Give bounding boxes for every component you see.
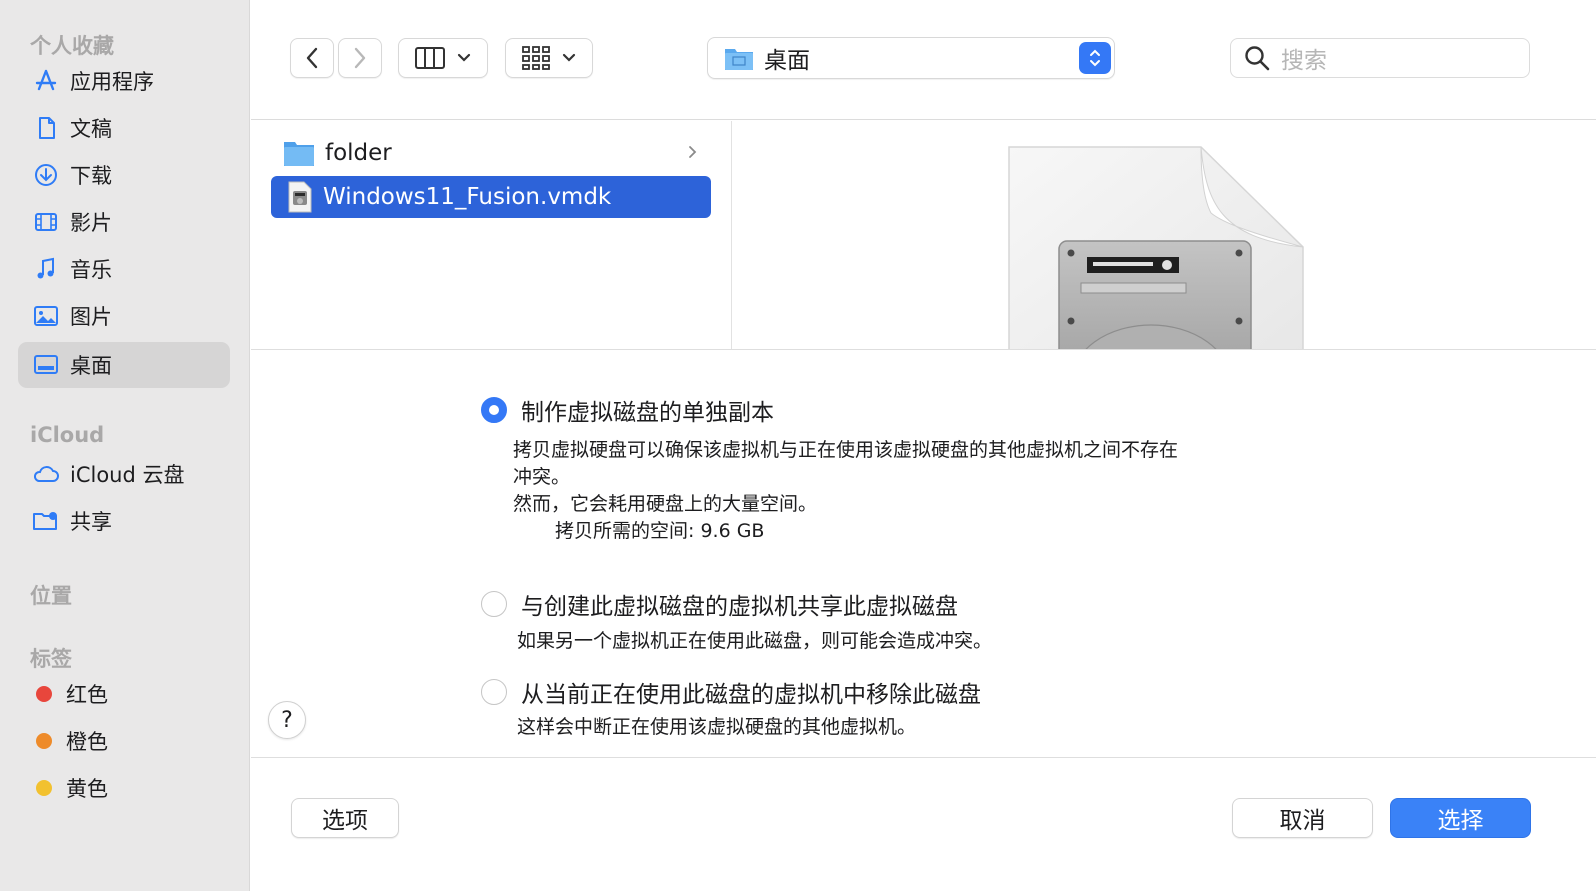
- film-icon: [30, 206, 62, 238]
- option-separate-copy[interactable]: 制作虚拟磁盘的单独副本: [481, 393, 774, 427]
- chevron-down-icon: [457, 53, 471, 62]
- radio-unselected[interactable]: [481, 591, 507, 617]
- radio-unselected[interactable]: [481, 679, 507, 705]
- file-list: folder Windows11_Fusion.vmdk: [251, 121, 732, 350]
- vmdk-preview-icon: [1008, 146, 1304, 350]
- options-button[interactable]: 选项: [291, 798, 399, 838]
- choose-button[interactable]: 选择: [1390, 798, 1531, 838]
- chevron-left-icon: [306, 47, 318, 69]
- folder-icon: [284, 142, 314, 166]
- radio-selected[interactable]: [481, 397, 507, 423]
- grid-icon: [522, 46, 550, 70]
- popup-stepper-icon: [1079, 42, 1111, 74]
- sidebar-item-label: 文稿: [70, 117, 112, 141]
- sidebar-item-tag-red[interactable]: 红色: [18, 671, 230, 717]
- icloud-heading: iCloud: [30, 423, 105, 447]
- browser-divider: [251, 349, 1596, 350]
- sidebar-item-applications[interactable]: 应用程序: [18, 58, 230, 104]
- vmdk-file-icon: [288, 181, 312, 213]
- sidebar-item-documents[interactable]: 文稿: [18, 105, 230, 151]
- cloud-icon: [30, 458, 62, 490]
- footer-divider: [251, 757, 1596, 758]
- help-button[interactable]: ?: [268, 701, 306, 739]
- sidebar-item-icloud-drive[interactable]: iCloud 云盘: [18, 451, 230, 497]
- sidebar-item-label: 影片: [70, 211, 112, 235]
- tags-heading: 标签: [30, 647, 72, 671]
- toolbar: 桌面 搜索: [251, 0, 1596, 120]
- desktop-icon: [30, 349, 62, 381]
- forward-button[interactable]: [338, 38, 382, 78]
- option-description-remove: 这样会中断正在使用该虚拟硬盘的其他虚拟机。: [517, 716, 917, 738]
- chevron-right-icon: [354, 47, 366, 69]
- file-preview: [733, 121, 1596, 350]
- file-name: folder: [325, 140, 392, 166]
- sidebar-item-tag-yellow[interactable]: 黄色: [18, 765, 230, 811]
- photo-icon: [30, 300, 62, 332]
- option-description-share: 如果另一个虚拟机正在使用此磁盘，则可能会造成冲突。: [517, 630, 993, 652]
- sidebar-item-label: 共享: [70, 510, 112, 534]
- search-placeholder: 搜索: [1281, 48, 1327, 74]
- sidebar-item-label: 红色: [66, 683, 108, 707]
- file-name: Windows11_Fusion.vmdk: [323, 184, 612, 210]
- yellow-tag-dot-icon: [36, 780, 52, 796]
- sidebar-item-music[interactable]: 音乐: [18, 246, 230, 292]
- option-label: 制作虚拟磁盘的单独副本: [521, 400, 774, 426]
- sidebar-item-label: 黄色: [66, 777, 108, 801]
- sidebar-item-label: iCloud 云盘: [70, 463, 185, 487]
- view-mode-button[interactable]: [398, 38, 488, 78]
- applications-icon: [30, 65, 62, 97]
- desktop-folder-icon: [725, 49, 753, 70]
- search-icon: [1245, 46, 1270, 71]
- shared-folder-icon: [30, 505, 62, 537]
- sidebar-item-movies[interactable]: 影片: [18, 199, 230, 245]
- locations-heading: 位置: [30, 584, 72, 608]
- sidebar: 个人收藏 应用程序 文稿 下载 影片 音乐 图片 桌面 iCloud iClou…: [0, 0, 250, 891]
- file-row-vmdk[interactable]: Windows11_Fusion.vmdk: [271, 176, 711, 218]
- required-space: 拷贝所需的空间: 9.6 GB: [555, 520, 765, 542]
- description-line: 然而，它会耗用硬盘上的大量空间。: [513, 493, 818, 515]
- sidebar-item-label: 音乐: [70, 258, 112, 282]
- location-label: 桌面: [764, 48, 810, 74]
- option-share-disk[interactable]: 与创建此虚拟磁盘的虚拟机共享此虚拟磁盘: [481, 587, 958, 621]
- location-popup[interactable]: 桌面: [707, 37, 1115, 79]
- sidebar-item-desktop[interactable]: 桌面: [18, 342, 230, 388]
- sidebar-item-shared[interactable]: 共享: [18, 498, 230, 544]
- option-label: 与创建此虚拟磁盘的虚拟机共享此虚拟磁盘: [521, 594, 958, 620]
- sidebar-item-downloads[interactable]: 下载: [18, 152, 230, 198]
- group-by-button[interactable]: [505, 38, 593, 78]
- chevron-right-icon: [689, 146, 697, 158]
- sidebar-item-label: 桌面: [70, 354, 112, 378]
- option-remove-disk[interactable]: 从当前正在使用此磁盘的虚拟机中移除此磁盘: [481, 675, 981, 709]
- search-field[interactable]: 搜索: [1230, 38, 1530, 78]
- sidebar-item-label: 应用程序: [70, 70, 154, 94]
- music-icon: [30, 253, 62, 285]
- columns-view-icon: [415, 47, 445, 69]
- orange-tag-dot-icon: [36, 733, 52, 749]
- sidebar-item-label: 图片: [70, 305, 112, 329]
- sidebar-item-label: 橙色: [66, 730, 108, 754]
- sidebar-item-label: 下载: [70, 164, 112, 188]
- download-icon: [30, 159, 62, 191]
- option-description-copy: 拷贝虚拟硬盘可以确保该虚拟机与正在使用该虚拟硬盘的其他虚拟机之间不存在 冲突。 …: [513, 437, 1178, 545]
- favorites-heading: 个人收藏: [30, 34, 114, 58]
- chevron-down-icon: [562, 53, 576, 62]
- description-line: 冲突。: [513, 466, 571, 488]
- document-icon: [30, 112, 62, 144]
- option-label: 从当前正在使用此磁盘的虚拟机中移除此磁盘: [521, 682, 981, 708]
- description-line: 拷贝虚拟硬盘可以确保该虚拟机与正在使用该虚拟硬盘的其他虚拟机之间不存在: [513, 439, 1179, 461]
- cancel-button[interactable]: 取消: [1232, 798, 1373, 838]
- sidebar-item-pictures[interactable]: 图片: [18, 293, 230, 339]
- file-row-folder[interactable]: folder: [271, 132, 711, 174]
- red-tag-dot-icon: [36, 686, 52, 702]
- sidebar-item-tag-orange[interactable]: 橙色: [18, 718, 230, 764]
- back-button[interactable]: [290, 38, 334, 78]
